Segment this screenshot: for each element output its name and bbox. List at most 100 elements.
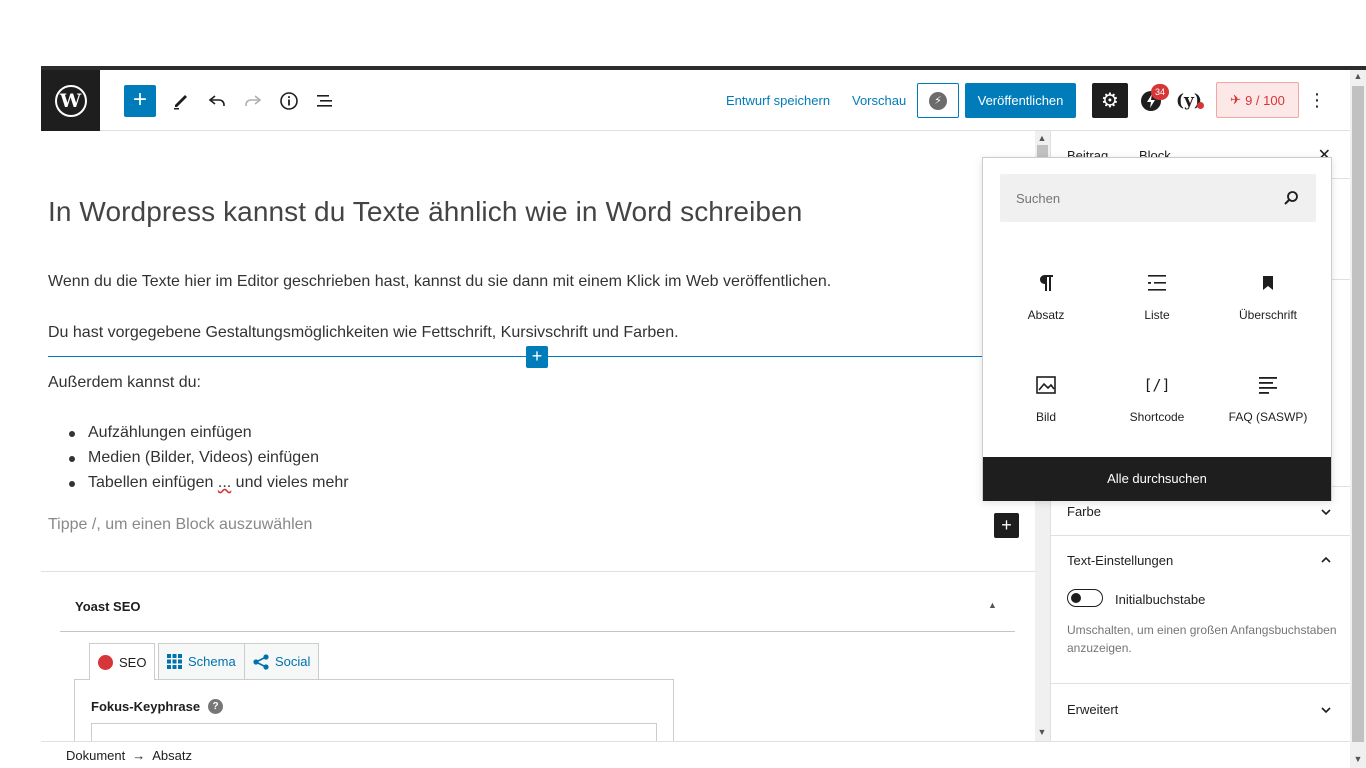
block-item-heading[interactable]: Überschrift [1213,266,1323,346]
more-options-button[interactable]: ⋮ [1305,85,1329,117]
list-item-tail: und vieles mehr [231,474,349,491]
undo-icon [208,95,225,106]
spelling-error: ... [217,474,232,491]
list-view-button[interactable] [309,85,341,117]
empty-block-placeholder[interactable]: Tippe /, um einen Block auszuwählen [48,516,312,534]
scrollbar-thumb[interactable] [1037,145,1048,157]
tab-schema[interactable]: Schema [158,643,245,679]
yoast-button[interactable]: (y) [1171,85,1207,117]
scroll-up-arrow-icon[interactable]: ▲ [1034,133,1050,143]
focus-keyphrase-label: Fokus-Keyphrase ? [91,699,224,714]
sidebar-divider [1051,683,1350,684]
save-draft-button[interactable]: Entwurf speichern [726,93,830,108]
redo-icon [245,95,262,106]
add-block-button[interactable]: + [994,513,1019,538]
meta-box-divider [41,571,1035,572]
search-icon [1284,191,1298,205]
list-view-icon [317,95,332,107]
list-block[interactable]: Aufzählungen einfügen Medien (Bilder, Vi… [48,422,349,497]
breadcrumb-item-document[interactable]: Dokument [66,748,125,763]
block-item-label: Shortcode [1129,410,1185,424]
block-item-paragraph[interactable]: Absatz [991,266,1101,346]
details-button[interactable] [273,85,305,117]
post-title[interactable]: In Wordpress kannst du Texte ähnlich wie… [48,196,802,228]
paragraph-block[interactable]: Du hast vorgegebene Gestaltungsmöglichke… [48,324,679,342]
list-item[interactable]: Medien (Bilder, Videos) einfügen [48,447,349,472]
share-icon [253,653,269,670]
panel-advanced-title[interactable]: Erweitert [1067,702,1118,717]
block-search-input[interactable] [1000,174,1316,222]
status-dot [1197,102,1204,109]
edit-tool-button[interactable] [165,85,197,117]
chevron-down-icon[interactable] [1320,704,1332,716]
block-item-list[interactable]: Liste [1102,266,1212,346]
block-item-label: Liste [1144,308,1170,322]
window-scrollbar[interactable]: ▲ ▼ [1350,70,1366,768]
undo-button[interactable] [201,85,233,117]
panel-color-title[interactable]: Farbe [1067,504,1101,519]
scroll-down-arrow-icon[interactable]: ▼ [1034,727,1050,737]
tab-seo-label: SEO [119,654,147,670]
bookmark-icon [1263,276,1273,290]
jetpack-button[interactable]: ⚡ [917,83,959,118]
browse-all-button[interactable]: Alle durchsuchen [983,457,1331,501]
list-item[interactable]: Aufzählungen einfügen [48,422,349,447]
wordpress-icon: W [54,84,87,117]
drop-cap-toggle[interactable] [1067,589,1103,607]
info-icon [280,92,298,110]
seo-status-dot [98,654,113,670]
chevron-down-icon[interactable] [1320,506,1332,518]
settings-button[interactable]: ⚙ [1092,83,1128,118]
breadcrumb-item-paragraph[interactable]: Absatz [152,748,192,763]
block-item-shortcode[interactable]: [/] Shortcode [1102,368,1212,448]
block-inserter-toggle[interactable]: + [124,85,156,117]
yoast-divider [60,631,1015,632]
pencil-icon [174,95,187,110]
block-item-label: FAQ (SASWP) [1228,410,1308,424]
seo-score-button[interactable]: ✈ 9 / 100 [1216,82,1299,118]
tab-schema-label: Schema [188,654,236,669]
chevron-up-icon[interactable] [1320,554,1332,566]
more-vertical-icon: ⋮ [1308,90,1326,110]
notification-badge: 34 [1151,84,1169,100]
paragraph-icon [1040,275,1053,291]
collapse-triangle-icon[interactable]: ▲ [988,600,997,610]
performance-button[interactable]: 34 [1135,84,1169,117]
scroll-down-arrow-icon[interactable]: ▼ [1350,754,1366,764]
wordpress-logo-button[interactable]: W [41,70,100,131]
yoast-metabox-title[interactable]: Yoast SEO [75,599,141,614]
bird-icon: ✈ [1230,92,1242,107]
list-item-text: Tabellen einfügen [88,474,218,491]
block-item-image[interactable]: Bild [991,368,1101,448]
editor-header: W + Entwurf speichern Vorschau ⚡ Veröffe… [41,70,1350,131]
publish-button[interactable]: Veröffentlichen [965,83,1076,118]
focus-keyphrase-input[interactable] [91,723,657,741]
sidebar-divider [1051,535,1350,536]
gear-icon: ⚙ [1101,90,1119,112]
image-icon [1036,376,1056,394]
preview-button[interactable]: Vorschau [852,93,906,108]
help-icon[interactable]: ? [208,699,224,714]
tab-seo[interactable]: SEO [89,643,156,680]
paragraph-block[interactable]: Wenn du die Texte hier im Editor geschri… [48,273,831,291]
tab-social-label: Social [275,654,311,669]
seo-score-value: 9 / 100 [1245,92,1285,108]
block-item-label: Bild [1035,410,1056,424]
text-lines-icon [1259,377,1277,394]
block-editor-window: W + Entwurf speichern Vorschau ⚡ Veröffe… [0,0,1366,768]
paragraph-block[interactable]: Außerdem kannst du: [48,374,201,392]
inline-inserter-button[interactable]: + [526,346,548,368]
toggle-knob [1071,593,1081,603]
drop-cap-help: Umschalten, um einen großen Anfangsbuchs… [1067,623,1337,655]
panel-text-settings-title[interactable]: Text-Einstellungen [1067,553,1173,568]
block-item-faq[interactable]: FAQ (SASWP) [1213,368,1323,448]
redo-button[interactable] [237,85,269,117]
drop-cap-label: Initialbuchstabe [1115,592,1206,607]
quick-inserter-popover: Absatz Liste Überschrift Bild [/] Shortc… [982,157,1332,501]
tab-social[interactable]: Social [244,643,320,679]
scrollbar-thumb[interactable] [1352,86,1364,742]
block-breadcrumb-bar: Dokument → Absatz [41,741,1350,768]
scroll-up-arrow-icon[interactable]: ▲ [1350,71,1366,81]
shortcode-icon: [/] [1143,376,1171,394]
list-item[interactable]: Tabellen einfügen ... und vieles mehr [48,472,349,497]
